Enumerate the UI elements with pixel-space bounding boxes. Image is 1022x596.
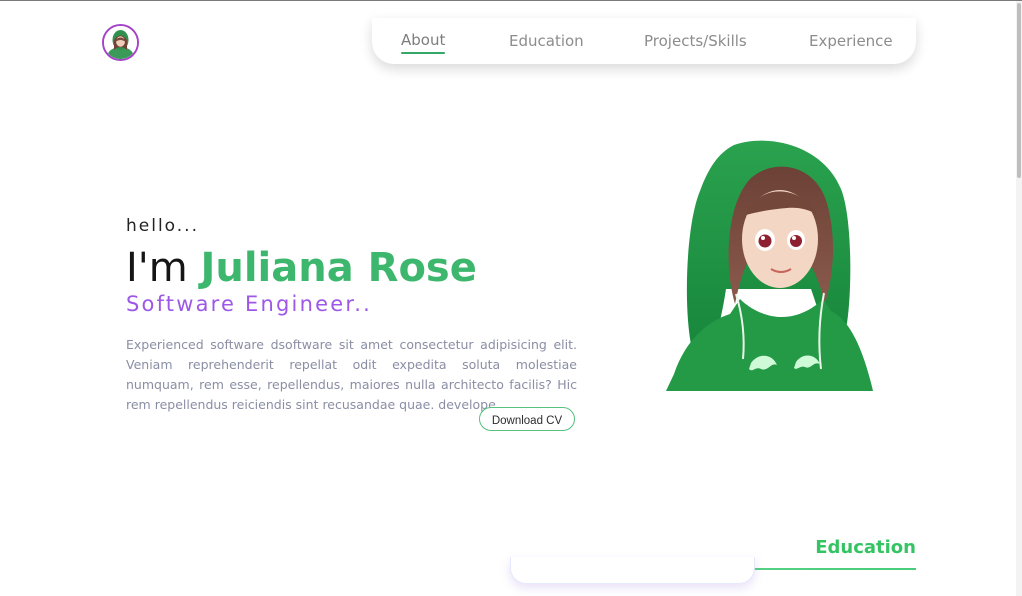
scrollbar-thumb[interactable]	[1017, 3, 1021, 178]
education-preview-card	[510, 557, 755, 584]
portfolio-page: About Education Projects/Skills Experien…	[0, 0, 1022, 596]
nav-about[interactable]: About	[401, 31, 446, 54]
hero-description: Experienced software dsoftware sit amet …	[126, 336, 577, 412]
download-cv-button[interactable]: Download CV	[479, 407, 575, 431]
headline-prefix: I'm	[126, 245, 188, 291]
hero-name: Juliana Rose	[200, 245, 477, 291]
avatar-logo-icon	[104, 26, 137, 59]
hero-headline: I'm Juliana Rose	[126, 244, 477, 292]
nav-projects-skills[interactable]: Projects/Skills	[644, 32, 747, 50]
hero-greeting: hello...	[126, 216, 199, 236]
girl-in-hoodie-illustration	[666, 140, 873, 391]
hero-role: Software Engineer..	[126, 292, 372, 316]
top-navigation: About Education Projects/Skills Experien…	[372, 18, 916, 64]
vertical-scrollbar[interactable]	[1016, 1, 1022, 596]
hero-illustration	[648, 139, 878, 391]
nav-education[interactable]: Education	[509, 32, 584, 50]
logo-avatar-icon[interactable]	[102, 24, 139, 61]
nav-experience[interactable]: Experience	[809, 32, 893, 50]
education-section-title: Education	[815, 537, 916, 558]
